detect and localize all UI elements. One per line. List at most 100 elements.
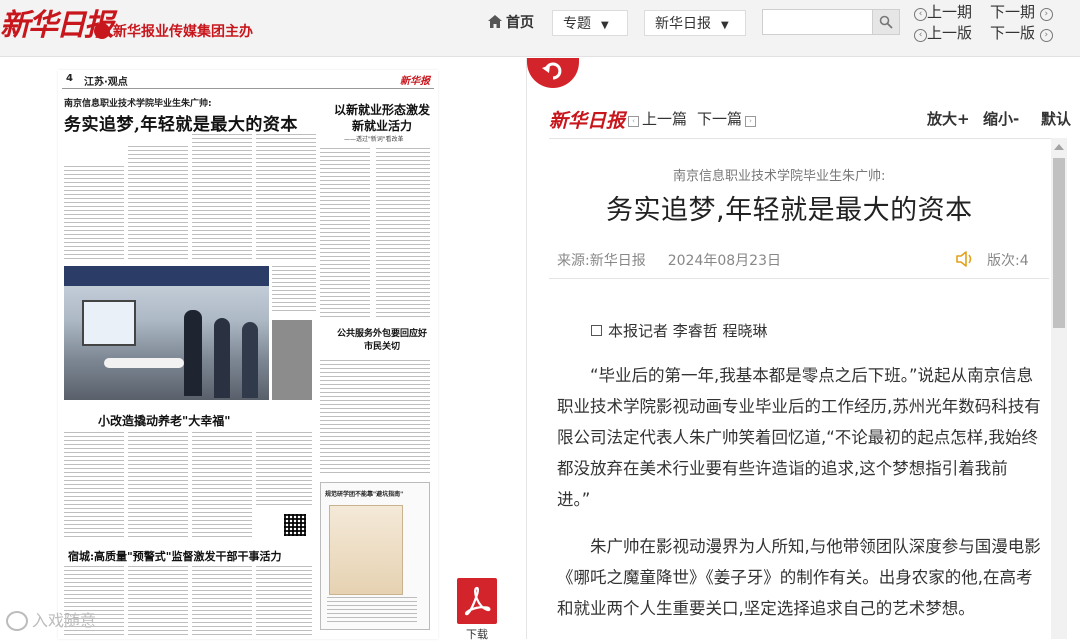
divider	[549, 138, 1059, 139]
story2-text	[64, 432, 124, 540]
story3-headline[interactable]: 公共服务外包要回应好市民关切	[334, 328, 430, 354]
speaker-icon[interactable]	[955, 250, 975, 268]
page-number: 4	[66, 73, 73, 84]
side-story-subtitle: ——透过"新词"看改革	[344, 136, 404, 143]
home-link[interactable]: 首页	[488, 12, 534, 34]
side-story-text	[376, 148, 430, 318]
article-source: 来源:新华日报	[557, 253, 646, 269]
search-button[interactable]	[872, 10, 899, 34]
pdf-download-label[interactable]: 下载	[466, 626, 488, 642]
publisher-logo-icon	[94, 23, 110, 39]
pdf-download-button[interactable]	[457, 578, 497, 624]
article-page-number: 版次:4	[987, 253, 1029, 269]
watermark-text: 入戏随意	[32, 611, 97, 630]
commentary-text	[327, 597, 417, 625]
paper-dropdown[interactable]: 新华日报 ▼	[644, 10, 746, 36]
story2-text	[128, 432, 188, 540]
square-bullet-icon	[591, 325, 602, 336]
photo-booth-banner	[64, 266, 269, 286]
story4-headline[interactable]: 宿城:高质量"预警式"监督激发干部干事活力	[68, 548, 282, 564]
chevron-right-icon: ›	[745, 116, 757, 127]
article-scrollbar[interactable]	[1051, 138, 1067, 639]
next-page-link[interactable]: 下一版 ›	[990, 23, 1053, 43]
article-panel: 新华日报 ‹ 上一篇 下一篇 › 放大+ 缩小- 默认 南京信息职业技术学院毕业生朱…	[526, 58, 1080, 639]
story2-text	[192, 432, 252, 540]
watermark: 入戏随意	[6, 606, 96, 636]
news-photo	[64, 266, 269, 400]
caret-down-icon: ▼	[601, 20, 609, 31]
prev-page-link[interactable]: ‹ 上一版	[914, 23, 972, 43]
publisher-tagline-text: 新华报业传媒集团主办	[113, 24, 253, 40]
commentary-box[interactable]: 规范研学团不能靠"避坑指南"	[320, 482, 430, 630]
story4-text	[256, 566, 312, 636]
scroll-up-arrow-icon[interactable]	[1054, 144, 1064, 150]
news-photo-secondary	[272, 320, 312, 400]
chevron-right-icon: ›	[1039, 8, 1053, 21]
story-body-text	[192, 134, 252, 262]
pdf-icon	[464, 586, 491, 616]
next-page-label: 下一版	[990, 24, 1036, 42]
photo-person	[214, 318, 230, 398]
search-box	[762, 9, 900, 35]
watermark-logo-icon	[6, 611, 28, 631]
story2-text	[256, 432, 312, 508]
story3-text	[320, 360, 430, 476]
article-kicker: 南京信息职业技术学院毕业生朱广帅:	[673, 169, 886, 184]
paper-dropdown-label: 新华日报	[655, 16, 711, 32]
prev-article-label: 上一篇	[642, 110, 688, 128]
next-issue-link[interactable]: 下一期 ›	[990, 2, 1053, 22]
zoom-out-button[interactable]: 缩小-	[983, 108, 1019, 129]
story-headline[interactable]: 务实追梦,年轻就是最大的资本	[64, 110, 298, 135]
article-paragraph: 朱广帅在影视动漫界为人所知,与他带领团队深度参与国漫电影《哪吒之魔童降世》《姜子…	[557, 537, 1041, 618]
topic-dropdown[interactable]: 专题 ▼	[552, 10, 628, 36]
side-story-text	[320, 148, 370, 318]
story-kicker[interactable]: 南京信息职业技术学院毕业生朱广帅:	[64, 96, 212, 109]
prev-issue-link[interactable]: ‹ 上一期	[914, 2, 972, 22]
page-header: 4 江苏·观点 新华报	[62, 72, 434, 89]
story4-text	[192, 566, 252, 636]
qr-code	[284, 514, 306, 536]
prev-page-label: 上一版	[927, 24, 973, 42]
home-label: 首页	[506, 15, 534, 31]
story-body-text	[272, 266, 316, 314]
story-body-text	[128, 146, 188, 262]
side-story-title[interactable]: 以新就业形态激发新就业活力	[334, 102, 430, 134]
article-author: 本报记者 李睿哲 程晓琳	[591, 320, 768, 341]
next-article-link[interactable]: 下一篇 ›	[697, 108, 759, 129]
article-logo: 新华日报	[549, 110, 626, 132]
caret-down-icon: ▼	[721, 20, 729, 31]
prev-article-link[interactable]: ‹ 上一篇	[625, 108, 687, 129]
back-button[interactable]	[527, 58, 579, 88]
zoom-in-button[interactable]: 放大+	[927, 108, 970, 129]
topic-dropdown-label: 专题	[563, 16, 591, 32]
scrollbar-thumb[interactable]	[1053, 158, 1065, 328]
prev-issue-label: 上一期	[927, 3, 973, 21]
zoom-reset-button[interactable]: 默认	[1041, 108, 1071, 129]
section-name: 江苏·观点	[84, 77, 128, 88]
photo-drone	[104, 358, 184, 368]
commentary-box-title: 规范研学团不能靠"避坑指南"	[325, 491, 404, 498]
article-paragraph: “毕业后的第一年,我基本都是零点之后下班。”说起从南京信息职业技术学院影视动画专…	[557, 366, 1041, 509]
chevron-left-icon: ‹	[628, 116, 639, 127]
article-author-text: 本报记者 李睿哲 程晓琳	[608, 322, 768, 340]
publisher-tagline: 新华报业传媒集团主办	[94, 20, 253, 44]
story-body-text	[64, 166, 124, 262]
newspaper-page-image[interactable]: 4 江苏·观点 新华报 南京信息职业技术学院毕业生朱广帅: 务实追梦,年轻就是最…	[58, 70, 438, 639]
divider	[549, 278, 1049, 279]
search-input[interactable]	[763, 10, 873, 34]
photo-person	[242, 322, 258, 398]
chevron-left-icon: ‹	[914, 29, 927, 42]
next-issue-label: 下一期	[990, 3, 1036, 21]
chevron-left-icon: ‹	[914, 8, 927, 21]
story4-text	[128, 566, 188, 636]
story2-headline[interactable]: 小改造撬动养老"大幸福"	[98, 412, 231, 429]
page-brand: 新华报	[400, 76, 430, 87]
top-bar: 新华日报 新华报业传媒集团主办 首页 专题 ▼ 新华日报 ▼ ‹ 上一期 下一期 › …	[0, 0, 1080, 57]
search-icon	[879, 15, 893, 29]
article-meta: 来源:新华日报 2024年08月23日	[557, 250, 781, 270]
article-date: 2024年08月23日	[667, 253, 781, 269]
cartoon-illustration	[329, 505, 403, 595]
next-article-label: 下一篇	[697, 110, 743, 128]
chevron-right-icon: ›	[1039, 29, 1053, 42]
article-title: 务实追梦,年轻就是最大的资本	[606, 195, 973, 226]
